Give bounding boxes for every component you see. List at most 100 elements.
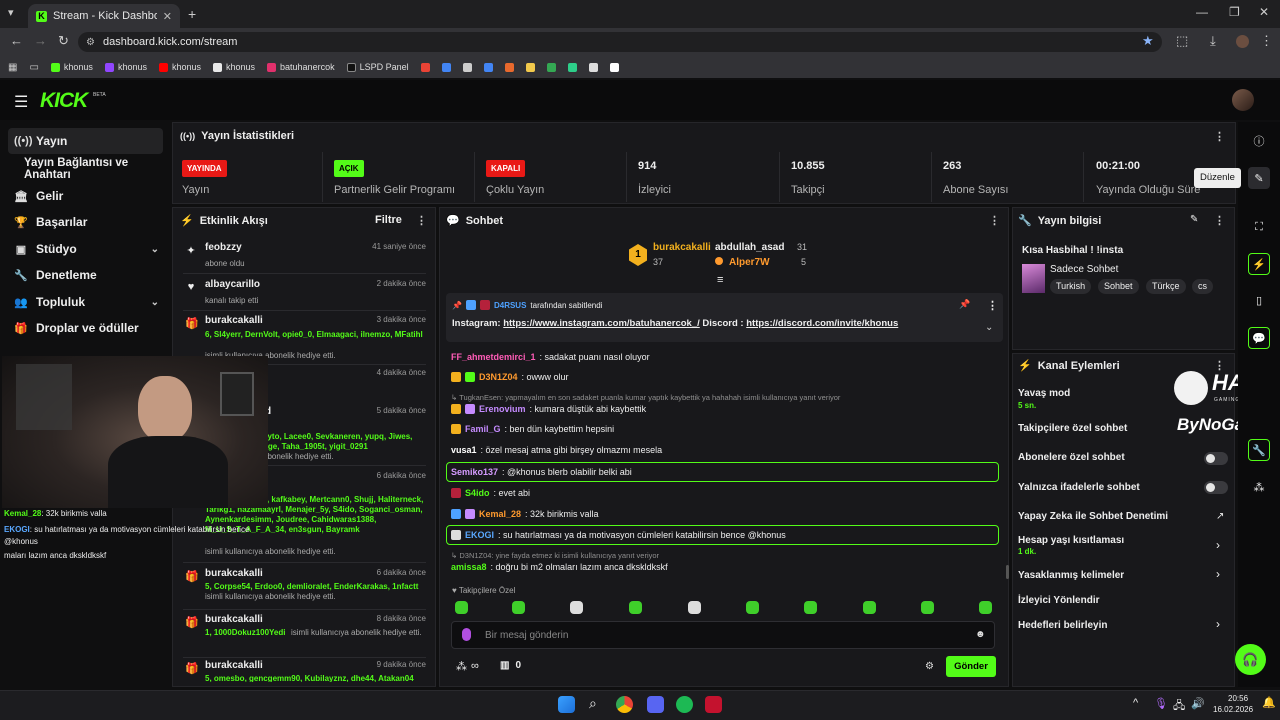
chat-message[interactable]: FF_ahmetdemirci_1: sadakat puanı nasıl o… [451, 352, 1001, 362]
bookmark-star-icon[interactable]: ★ [1142, 33, 1154, 49]
info-more-icon[interactable]: ⋮ [1214, 214, 1225, 227]
browser-menu-icon[interactable]: ⋮ [1260, 33, 1273, 49]
emote-icon[interactable] [455, 601, 468, 614]
leader-name[interactable]: burakcakalli [653, 242, 711, 253]
unpin-icon[interactable]: 📌 [959, 299, 970, 310]
leader-name[interactable]: abdullah_asad [715, 242, 784, 253]
clock-date[interactable]: 16.02.2026 [1213, 705, 1253, 714]
emote-icon[interactable] [688, 601, 701, 614]
gmail-icon[interactable] [441, 62, 451, 72]
close-tab-icon[interactable]: ✕ [163, 10, 172, 23]
reload-icon[interactable]: ↻ [58, 33, 69, 49]
gmail-icon[interactable] [420, 62, 430, 72]
info-icon[interactable]: ⓘ [1248, 130, 1270, 152]
banned-words-label[interactable]: Yasaklanmış kelimeler [1018, 570, 1124, 581]
chat-username[interactable]: FF_ahmetdemirci_1 [451, 352, 536, 362]
docs-icon[interactable] [462, 62, 472, 72]
chevron-right-icon[interactable]: › [1216, 617, 1220, 631]
send-button[interactable]: Gönder [946, 656, 996, 677]
feed-row[interactable]: ♥ albaycarillo 2 dakika önce kanalı taki… [183, 279, 426, 311]
chat-username[interactable]: Famil_G [465, 424, 501, 434]
followers-chat-label[interactable]: Takipçilere özel sohbet [1018, 423, 1127, 434]
forward-icon[interactable]: → [34, 33, 47, 48]
bookmark-item[interactable]: khonus [213, 62, 255, 72]
emote-icon[interactable] [921, 601, 934, 614]
site-info-icon[interactable]: ⚙ [86, 37, 95, 48]
emote-icon[interactable] [863, 601, 876, 614]
chat-message[interactable]: vusa1: özel mesaj atma gibi birşey olmaz… [451, 445, 1001, 455]
sidebar-item-yayin[interactable]: ((•)) Yayın [8, 128, 163, 154]
chevron-right-icon[interactable]: › [1216, 538, 1220, 552]
account-age-label[interactable]: Hesap yaşı kısıtlaması [1018, 535, 1124, 546]
profile-avatar[interactable] [1236, 35, 1249, 48]
feed-row[interactable]: ✦ feobzzy 41 saniye önce abone oldu [183, 242, 426, 274]
search-icon[interactable]: ⌕ [589, 695, 597, 712]
chevron-right-icon[interactable]: › [1216, 567, 1220, 581]
chat-username[interactable]: D3N1Z04 [479, 372, 518, 382]
screen-capture-icon[interactable]: ⛶ [1248, 216, 1270, 238]
browser-tab[interactable]: K Stream - Kick Dashboard ✕ [28, 4, 180, 28]
sidebar-item-denetleme[interactable]: 🔧 Denetleme [8, 262, 163, 288]
slow-mode-label[interactable]: Yavaş mod [1018, 388, 1070, 399]
chat-settings-icon[interactable]: ⚙ [925, 661, 934, 672]
subs-chat-toggle[interactable] [1204, 452, 1228, 465]
gift-subs[interactable]: ▥ 0 [500, 660, 521, 671]
chevron-down-icon[interactable]: ⌄ [985, 322, 993, 333]
sidebar-item-gelir[interactable]: 🏛 Gelir [8, 183, 163, 209]
edit-icon[interactable]: ✎ [1248, 167, 1270, 189]
tag[interactable]: cs [1192, 279, 1213, 294]
spotify-icon[interactable] [676, 696, 693, 713]
raid-label[interactable]: İzleyici Yönlendir [1018, 595, 1100, 606]
sidebar-item-studyo[interactable]: ▣ Stüdyo ⌄ [8, 236, 163, 262]
minimize-icon[interactable]: — [1196, 5, 1208, 19]
goals-label[interactable]: Hedefleri belirleyin [1018, 620, 1107, 631]
bookmark-item[interactable]: LSPD Panel [346, 62, 409, 72]
emoji-picker-icon[interactable]: ☻ [975, 629, 986, 640]
sidebar-item-stream-key[interactable]: Yayın Bağlantısı ve Anahtarı [8, 156, 163, 182]
panel-icon[interactable]: ▯ [1248, 289, 1270, 311]
new-tab-icon[interactable]: + [188, 6, 196, 22]
stats-more-icon[interactable]: ⋮ [1214, 130, 1225, 143]
chat-username[interactable]: S4ido [465, 488, 490, 498]
chat-panel-icon[interactable]: 💬 [1248, 327, 1270, 349]
external-link-icon[interactable]: ↗ [1216, 511, 1224, 522]
feed-row[interactable]: 🎁 burakcakalli 6 dakika önce 5, Corpse54… [183, 568, 426, 610]
extension-icon[interactable] [609, 62, 619, 72]
clock-time[interactable]: 20:56 [1228, 694, 1248, 703]
tray-chevron-icon[interactable]: ^ [1133, 697, 1138, 709]
microphone-icon[interactable]: 🎙 [1154, 697, 1168, 710]
chrome-icon[interactable] [616, 696, 633, 713]
app-icon[interactable] [705, 696, 722, 713]
emote-icon[interactable] [746, 601, 759, 614]
tab-search-icon[interactable]: ▾ [8, 6, 14, 19]
kick-logo[interactable]: KICK [40, 89, 88, 113]
emote-icon[interactable] [979, 601, 992, 614]
chat-message[interactable]: amissa8: doğru bi m2 olmaları lazım anca… [451, 562, 1001, 572]
chat-message[interactable]: Semiko137: @khonus blerb olabilir belki … [451, 467, 1001, 477]
emote-icon[interactable] [804, 601, 817, 614]
extension-icon[interactable] [525, 62, 535, 72]
bookmark-item[interactable]: khonus [50, 62, 93, 72]
feed-more-icon[interactable]: ⋮ [416, 214, 427, 227]
chat-message[interactable]: EKOGI: su hatırlatması ya da motivasyon … [451, 530, 1001, 540]
volume-icon[interactable]: 🔊 [1191, 697, 1205, 710]
points-panel-icon[interactable]: ⁂ [1248, 476, 1270, 498]
apps-grid-icon[interactable]: ▦ [8, 62, 17, 73]
back-icon[interactable]: ← [10, 33, 23, 48]
emote-icon[interactable] [512, 601, 525, 614]
feed-row[interactable]: 🎁 burakcakalli 8 dakika önce 1, 1000Doku… [183, 614, 426, 658]
tag[interactable]: Turkish [1050, 279, 1092, 294]
pinned-link-discord[interactable]: https://discord.com/invite/khonus [746, 318, 898, 329]
bookmark-item[interactable]: khonus [158, 62, 201, 72]
bookmark-item[interactable]: khonus [104, 62, 147, 72]
download-icon[interactable]: ⤓ [1210, 33, 1216, 49]
chat-message[interactable]: Erenovium: kumara düştük abi kaybettik [451, 404, 1001, 414]
notifications-icon[interactable]: 🔔 [1262, 696, 1276, 709]
address-bar[interactable]: ⚙ dashboard.kick.com/stream [78, 32, 1162, 52]
user-avatar[interactable] [1232, 89, 1254, 111]
chat-message[interactable]: S4ido: evet abi [451, 488, 1001, 498]
chat-username[interactable]: Semiko137 [451, 467, 498, 477]
edit-info-icon[interactable]: ✎ [1190, 214, 1198, 225]
feed-row[interactable]: 🎁 burakcakalli 9 dakika önce 5, omesbo, … [183, 660, 426, 682]
chat-username[interactable]: EKOGI [465, 530, 494, 540]
